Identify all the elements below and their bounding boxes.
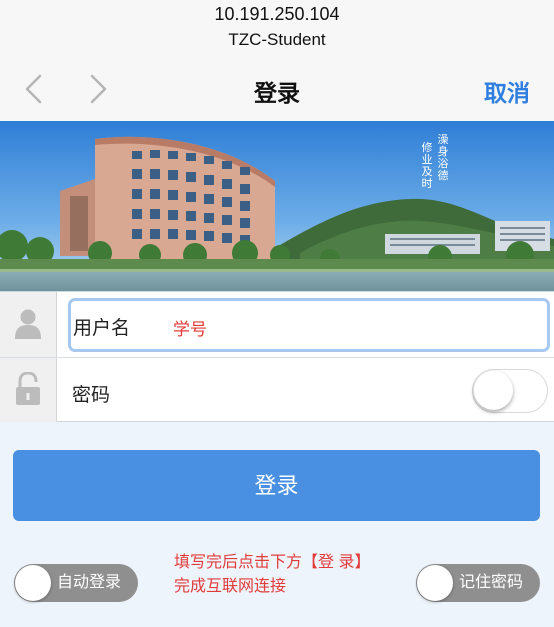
auto-login-toggle[interactable]: 自动登录 <box>14 564 138 602</box>
instruction-line-1: 填写完后点击下方【登 录】 <box>174 554 371 571</box>
username-icon-cell <box>0 292 57 357</box>
toggle-knob <box>15 565 51 601</box>
network-name: TZC-Student <box>228 30 326 49</box>
remember-password-toggle[interactable]: 记住密码 <box>416 564 540 602</box>
password-icon-cell <box>0 358 57 422</box>
login-button[interactable]: 登录 <box>13 450 540 521</box>
login-form: 用户名 学号 密码 <box>0 291 554 422</box>
page-title: 登录 <box>254 80 300 106</box>
cancel-button[interactable]: 取消 <box>484 74 530 108</box>
username-placeholder: 学号 <box>173 320 207 339</box>
header: 10.191.250.104 TZC-Student 登录 取消 <box>0 0 554 121</box>
instruction-line-2: 完成互联网连接 <box>174 578 287 595</box>
username-label: 用户名 <box>73 318 131 339</box>
lock-icon <box>16 372 40 405</box>
banner-slogan-left: 修业及时 <box>421 141 433 190</box>
portal-address: 10.191.250.104 <box>214 4 340 24</box>
user-icon <box>15 309 41 339</box>
password-label: 密码 <box>72 385 111 406</box>
remember-password-label: 记住密码 <box>459 574 524 591</box>
password-row: 密码 <box>0 357 554 422</box>
toggle-knob <box>417 565 453 601</box>
show-password-toggle[interactable] <box>472 369 548 413</box>
campus-photo <box>0 121 554 291</box>
toggle-knob <box>474 371 513 410</box>
auto-login-label: 自动登录 <box>57 574 122 591</box>
banner-slogan-right: 澡身浴德 <box>437 133 449 182</box>
username-input[interactable]: 用户名 学号 <box>68 298 550 352</box>
campus-banner-image: 澡身浴德 修业及时 <box>0 121 554 291</box>
username-row: 用户名 学号 <box>0 292 554 357</box>
